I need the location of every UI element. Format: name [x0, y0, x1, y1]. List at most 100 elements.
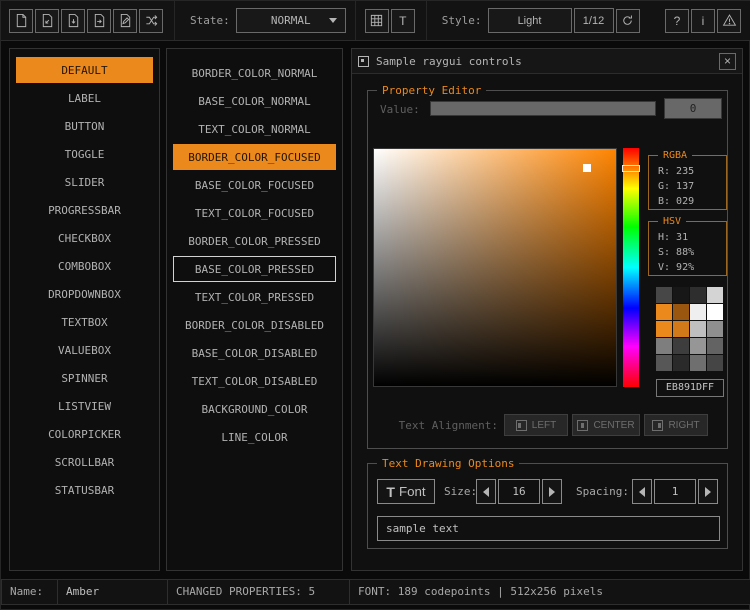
sample-text-input[interactable]: sample text: [377, 516, 720, 541]
control-item-checkbox[interactable]: CHECKBOX: [16, 225, 153, 251]
property-item[interactable]: BORDER_COLOR_NORMAL: [173, 60, 336, 86]
size-value-box[interactable]: 16: [498, 479, 540, 504]
rgba-group: RGBA R: 235 G: 137 B: 029: [648, 155, 727, 210]
palette-swatch[interactable]: [690, 338, 706, 354]
style-table-button[interactable]: [365, 9, 389, 33]
align-left-button[interactable]: LEFT: [504, 414, 568, 436]
palette-swatch[interactable]: [673, 355, 689, 371]
palette-swatch[interactable]: [656, 304, 672, 320]
palette-swatch[interactable]: [673, 321, 689, 337]
style-name-button[interactable]: Light: [488, 8, 572, 33]
report-issue-button[interactable]: [717, 9, 741, 33]
control-item-label[interactable]: LABEL: [16, 85, 153, 111]
toolbar-separator: [426, 1, 427, 40]
control-item-textbox[interactable]: TEXTBOX: [16, 309, 153, 335]
align-left-label: LEFT: [532, 420, 556, 431]
properties-list: BORDER_COLOR_NORMAL BASE_COLOR_NORMAL TE…: [166, 48, 343, 571]
hsv-title: HSV: [658, 214, 686, 229]
palette-swatch[interactable]: [707, 304, 723, 320]
load-style-button[interactable]: [35, 9, 59, 33]
hue-cursor[interactable]: [622, 165, 640, 172]
align-right-button[interactable]: RIGHT: [644, 414, 708, 436]
control-item-valuebox[interactable]: VALUEBOX: [16, 337, 153, 363]
spacing-value-box[interactable]: 1: [654, 479, 696, 504]
new-style-button[interactable]: [9, 9, 33, 33]
control-item-button[interactable]: BUTTON: [16, 113, 153, 139]
hsv-values: H: 31 S: 88% V: 92%: [649, 222, 726, 275]
control-item-dropdownbox[interactable]: DROPDOWNBOX: [16, 281, 153, 307]
size-increment-button[interactable]: [542, 479, 562, 504]
save-style-button[interactable]: [61, 9, 85, 33]
control-item-listview[interactable]: LISTVIEW: [16, 393, 153, 419]
palette-swatch[interactable]: [656, 287, 672, 303]
control-item-toggle[interactable]: TOGGLE: [16, 141, 153, 167]
size-decrement-button[interactable]: [476, 479, 496, 504]
palette-swatch[interactable]: [707, 355, 723, 371]
control-item-slider[interactable]: SLIDER: [16, 169, 153, 195]
palette-swatch[interactable]: [707, 338, 723, 354]
help-button[interactable]: ?: [665, 9, 689, 33]
value-slider[interactable]: [430, 101, 656, 116]
reload-style-button[interactable]: [616, 9, 640, 33]
edit-style-button[interactable]: [113, 9, 137, 33]
palette-swatch[interactable]: [707, 321, 723, 337]
palette-swatch[interactable]: [690, 304, 706, 320]
property-item[interactable]: BASE_COLOR_FOCUSED: [173, 172, 336, 198]
export-style-button[interactable]: [87, 9, 111, 33]
palette-swatch[interactable]: [673, 304, 689, 320]
palette-swatch[interactable]: [673, 338, 689, 354]
control-item-colorpicker[interactable]: COLORPICKER: [16, 421, 153, 447]
hue-bar[interactable]: [623, 148, 639, 387]
state-dropdown-value: NORMAL: [271, 14, 311, 27]
hsv-group: HSV H: 31 S: 88% V: 92%: [648, 221, 727, 276]
spacing-increment-button[interactable]: [698, 479, 718, 504]
info-button[interactable]: i: [691, 9, 715, 33]
color-picker-panel[interactable]: [373, 148, 617, 387]
font-button[interactable]: T Font: [377, 479, 435, 504]
palette-swatch[interactable]: [656, 338, 672, 354]
control-item-scrollbar[interactable]: SCROLLBAR: [16, 449, 153, 475]
random-style-button[interactable]: [139, 9, 163, 33]
property-item[interactable]: BASE_COLOR_NORMAL: [173, 88, 336, 114]
palette-swatch[interactable]: [656, 355, 672, 371]
palette-swatch[interactable]: [707, 287, 723, 303]
property-item[interactable]: TEXT_COLOR_NORMAL: [173, 116, 336, 142]
property-item[interactable]: TEXT_COLOR_FOCUSED: [173, 200, 336, 226]
palette-swatch[interactable]: [656, 321, 672, 337]
control-item-default[interactable]: DEFAULT: [16, 57, 153, 83]
palette-swatch[interactable]: [673, 287, 689, 303]
style-name-input[interactable]: Amber: [57, 579, 168, 605]
palette-swatch[interactable]: [690, 287, 706, 303]
property-item[interactable]: BORDER_COLOR_PRESSED: [173, 228, 336, 254]
value-box[interactable]: 0: [664, 98, 722, 119]
file-export-icon: [92, 13, 107, 28]
window-titlebar[interactable]: Sample raygui controls ×: [352, 49, 742, 74]
property-item[interactable]: BORDER_COLOR_DISABLED: [173, 312, 336, 338]
palette-swatch[interactable]: [690, 355, 706, 371]
color-picker-cursor[interactable]: [583, 164, 591, 172]
text-tool-button[interactable]: T: [391, 9, 415, 33]
property-item[interactable]: BACKGROUND_COLOR: [173, 396, 336, 422]
property-item-focused[interactable]: BASE_COLOR_PRESSED: [173, 256, 336, 282]
property-item[interactable]: TEXT_COLOR_DISABLED: [173, 368, 336, 394]
control-item-spinner[interactable]: SPINNER: [16, 365, 153, 391]
property-item-selected[interactable]: BORDER_COLOR_FOCUSED: [173, 144, 336, 170]
property-item[interactable]: LINE_COLOR: [173, 424, 336, 450]
style-index-button[interactable]: 1/12: [574, 8, 614, 33]
align-center-button[interactable]: CENTER: [572, 414, 640, 436]
property-item[interactable]: BASE_COLOR_DISABLED: [173, 340, 336, 366]
font-info-status: FONT: 189 codepoints | 512x256 pixels: [349, 579, 750, 605]
random-style-icon: [144, 13, 159, 28]
spacing-decrement-button[interactable]: [632, 479, 652, 504]
text-drawing-options-group: Text Drawing Options T Font Size: 16 Spa…: [367, 463, 728, 549]
hex-color-input[interactable]: EB891DFF: [656, 379, 724, 397]
control-item-statusbar[interactable]: STATUSBAR: [16, 477, 153, 503]
control-item-combobox[interactable]: COMBOBOX: [16, 253, 153, 279]
align-left-icon: [516, 420, 527, 431]
property-item[interactable]: TEXT_COLOR_PRESSED: [173, 284, 336, 310]
control-item-progressbar[interactable]: PROGRESSBAR: [16, 197, 153, 223]
state-dropdown[interactable]: NORMAL: [236, 8, 346, 33]
window-close-button[interactable]: ×: [719, 53, 736, 70]
rgba-r-value: R: 235: [658, 164, 726, 179]
palette-swatch[interactable]: [690, 321, 706, 337]
